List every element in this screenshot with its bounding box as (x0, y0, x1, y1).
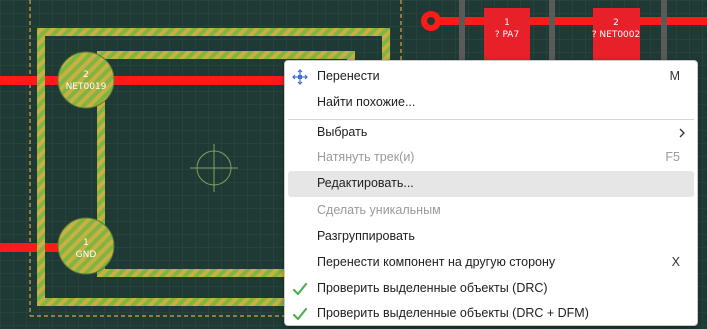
menu-item-ungroup[interactable]: Разгруппировать (288, 224, 694, 250)
pad-net: GND (76, 250, 97, 260)
pad-number: 1 (504, 18, 510, 28)
menu-item-label: Редактировать... (317, 176, 414, 190)
menu-item-shortcut: X (671, 255, 680, 269)
menu-item-flip-side[interactable]: Перенести компонент на другую сторону X (288, 250, 694, 276)
pad-number: 2 (83, 70, 89, 80)
pad-net: ? NET0002 (592, 30, 640, 40)
menu-item-label: Проверить выделенные объекты (DRC) (317, 281, 548, 295)
menu-item-label: Перенести (317, 69, 380, 83)
pad-net: NET0019 (66, 82, 107, 92)
pad-net: ? PA7 (495, 30, 519, 40)
component-pad-1[interactable]: 1 GND (57, 217, 115, 275)
move-icon (292, 69, 308, 85)
menu-item-select[interactable]: Выбрать (288, 120, 694, 146)
checkmark-icon (292, 282, 308, 296)
copper-edge (661, 0, 667, 60)
menu-item-find-similar[interactable]: Найти похожие... (288, 90, 694, 116)
checkmark-icon (292, 307, 308, 321)
menu-item-label: Разгруппировать (317, 229, 415, 243)
menu-item-check-drc-dfm[interactable]: Проверить выделенные объекты (DRC + DFM) (288, 301, 694, 327)
copper-edge (459, 0, 465, 60)
menu-item-move[interactable]: Перенести M (288, 64, 694, 90)
menu-item-label: Проверить выделенные объекты (DRC + DFM) (317, 306, 589, 320)
menu-item-make-unique[interactable]: Сделать уникальным (288, 198, 694, 224)
menu-item-stretch-tracks[interactable]: Натянуть трек(и) F5 (288, 145, 694, 171)
via[interactable] (421, 11, 441, 31)
pad-number: 1 (83, 238, 89, 248)
menu-item-edit[interactable]: Редактировать... (288, 171, 694, 197)
smd-pad-1[interactable]: 1 ? PA7 (484, 8, 530, 60)
context-menu: Перенести M Найти похожие... Выбрать Нат… (284, 60, 698, 326)
smd-pad-2[interactable]: 2 ? NET0002 (592, 8, 640, 60)
menu-item-label: Перенести компонент на другую сторону (317, 255, 556, 269)
pad-number: 2 (613, 18, 619, 28)
menu-item-label: Найти похожие... (317, 95, 416, 109)
menu-item-check-drc[interactable]: Проверить выделенные объекты (DRC) (288, 276, 694, 302)
menu-item-label: Сделать уникальным (317, 203, 441, 217)
menu-item-shortcut: M (669, 69, 680, 83)
copper-edge (549, 0, 555, 60)
menu-item-label: Натянуть трек(и) (317, 150, 415, 164)
component-pad-2[interactable]: 2 NET0019 (57, 51, 115, 109)
menu-item-label: Выбрать (317, 125, 368, 139)
chevron-right-icon (679, 128, 685, 138)
menu-item-shortcut: F5 (665, 150, 680, 164)
